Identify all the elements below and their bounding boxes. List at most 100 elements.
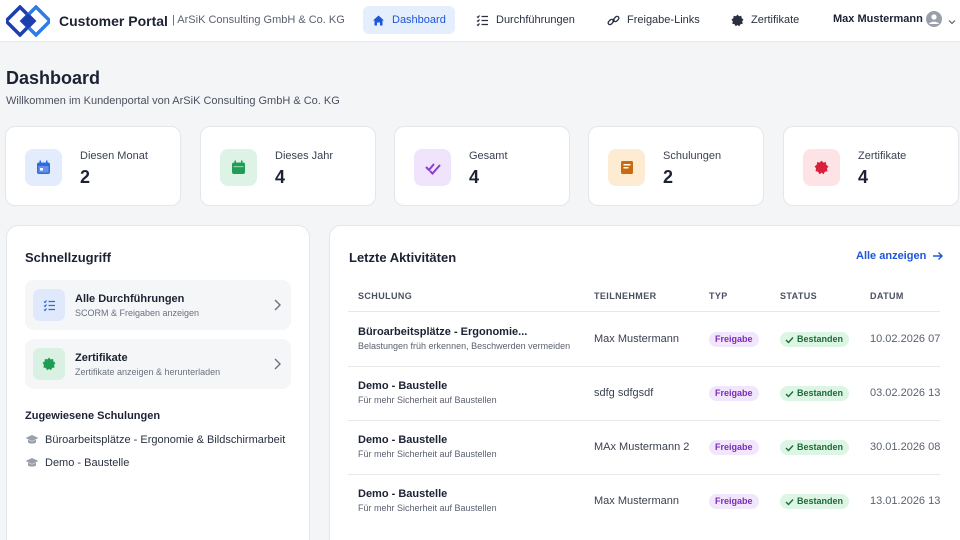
book-icon [608, 149, 645, 186]
badge-icon [803, 149, 840, 186]
type-badge: Freigabe [709, 332, 759, 347]
stat-label: Gesamt [469, 150, 508, 162]
show-all-label: Alle anzeigen [856, 250, 927, 262]
recent-activities-panel: Letzte Aktivitäten Alle anzeigen SCHULUN… [329, 225, 960, 540]
nav-freigabe-links[interactable]: Freigabe-Links [598, 6, 709, 34]
chevron-down-icon[interactable] [947, 14, 957, 25]
quick-link-durchfuehrungen[interactable]: Alle Durchführungen SCORM & Freigaben an… [25, 280, 291, 330]
table-row[interactable]: Demo - Baustelle Für mehr Sicherheit auf… [330, 474, 960, 528]
checklist-icon [33, 289, 65, 321]
home-icon [372, 14, 385, 27]
date: 30.01.2026 08: [870, 441, 940, 453]
column-header-datum: DATUM [870, 291, 904, 301]
status-badge: Bestanden [780, 440, 850, 455]
brand-title[interactable]: Customer Portal [59, 13, 168, 29]
type-badge: Freigabe [709, 494, 759, 509]
stat-value: 4 [275, 167, 286, 187]
show-all-link[interactable]: Alle anzeigen [856, 250, 944, 262]
recent-activities-title: Letzte Aktivitäten [349, 250, 457, 265]
graduation-cap-icon [25, 457, 39, 469]
logo-icon[interactable] [3, 4, 53, 38]
stat-label: Zertifikate [858, 150, 907, 162]
user-name[interactable]: Max Mustermann [833, 13, 923, 25]
nav-dashboard[interactable]: Dashboard [363, 6, 455, 34]
chevron-right-icon [271, 298, 283, 312]
check-icon [785, 444, 794, 452]
column-header-teilnehmer: TEILNEHMER [594, 291, 657, 301]
calendar-icon [25, 149, 62, 186]
column-header-status: STATUS [780, 291, 818, 301]
check-icon [785, 498, 794, 506]
quick-link-title: Zertifikate [75, 352, 128, 364]
date: 13.01.2026 13: [870, 495, 940, 507]
status-label: Bestanden [797, 442, 844, 452]
quick-link-title: Alle Durchführungen [75, 293, 185, 305]
type-badge: Freigabe [709, 386, 759, 401]
participant: Max Mustermann [594, 333, 679, 345]
stat-label: Schulungen [663, 150, 722, 162]
status-label: Bestanden [797, 334, 844, 344]
training-subtitle: Für mehr Sicherheit auf Baustellen [358, 503, 497, 513]
training-title: Demo - Baustelle [358, 488, 448, 500]
assigned-trainings-title: Zugewiesene Schulungen [25, 410, 161, 422]
participant: sdfg sdfgsdf [594, 387, 654, 399]
quick-access-panel: Schnellzugriff Alle Durchführungen SCORM… [6, 225, 310, 540]
graduation-cap-icon [25, 434, 39, 446]
quick-link-subtitle: SCORM & Freigaben anzeigen [75, 308, 200, 318]
training-subtitle: Für mehr Sicherheit auf Baustellen [358, 395, 497, 405]
nav-zertifikate[interactable]: Zertifikate [722, 6, 808, 34]
status-badge: Bestanden [780, 386, 850, 401]
training-title: Demo - Baustelle [358, 434, 448, 446]
stat-value: 2 [80, 167, 91, 187]
stat-label: Diesen Monat [80, 150, 148, 162]
page-subtitle: Willkommen im Kundenportal von ArSiK Con… [6, 95, 340, 107]
stat-value: 4 [858, 167, 869, 187]
stat-value: 4 [469, 167, 480, 187]
calendar-icon [220, 149, 257, 186]
company-name: | ArSiK Consulting GmbH & Co. KG [172, 14, 345, 26]
status-label: Bestanden [797, 388, 844, 398]
avatar-icon[interactable] [926, 11, 942, 27]
chevron-right-icon [271, 357, 283, 371]
stat-card-year: Dieses Jahr 4 [200, 126, 376, 206]
training-title: Demo - Baustelle [358, 380, 448, 392]
nav-durchfuehrungen[interactable]: Durchführungen [467, 6, 584, 34]
table-row[interactable]: Demo - Baustelle Für mehr Sicherheit auf… [330, 420, 960, 474]
date: 03.02.2026 13: [870, 387, 940, 399]
badge-icon [33, 348, 65, 380]
badge-icon [731, 14, 744, 27]
table-row[interactable]: Demo - Baustelle Für mehr Sicherheit auf… [330, 366, 960, 420]
participant: Max Mustermann [594, 495, 679, 507]
stat-card-certificates: Zertifikate 4 [783, 126, 959, 206]
nav-label: Zertifikate [751, 14, 800, 26]
training-subtitle: Belastungen früh erkennen, Beschwerden v… [358, 341, 571, 351]
assigned-training-item[interactable]: Büroarbeitsplätze - Ergonomie & Bildschi… [25, 434, 285, 446]
table-row[interactable]: Büroarbeitsplätze - Ergonomie... Belastu… [330, 312, 960, 366]
date: 10.02.2026 07: [870, 333, 940, 345]
stat-value: 2 [663, 167, 674, 187]
training-title: Büroarbeitsplätze - Ergonomie... [358, 326, 528, 338]
quick-link-zertifikate[interactable]: Zertifikate Zertifikate anzeigen & herun… [25, 339, 291, 389]
page-title: Dashboard [6, 68, 101, 88]
assigned-training-item[interactable]: Demo - Baustelle [25, 457, 129, 469]
nav-label: Durchführungen [496, 14, 575, 26]
nav-label: Freigabe-Links [627, 14, 700, 26]
nav-label: Dashboard [392, 14, 446, 26]
stat-card-total: Gesamt 4 [394, 126, 570, 206]
type-badge: Freigabe [709, 440, 759, 455]
check-icon [785, 390, 794, 398]
stat-card-month: Diesen Monat 2 [5, 126, 181, 206]
assigned-training-label: Büroarbeitsplätze - Ergonomie & Bildschi… [45, 434, 286, 446]
check-icon [785, 336, 794, 344]
training-subtitle: Für mehr Sicherheit auf Baustellen [358, 449, 497, 459]
column-header-typ: TYP [709, 291, 728, 301]
double-check-icon [414, 149, 451, 186]
arrow-right-icon [932, 251, 944, 261]
assigned-training-label: Demo - Baustelle [45, 457, 130, 469]
checklist-icon [476, 14, 489, 27]
top-navigation-bar: Customer Portal | ArSiK Consulting GmbH … [0, 0, 960, 42]
quick-access-title: Schnellzugriff [25, 250, 111, 265]
quick-link-subtitle: Zertifikate anzeigen & herunterladen [75, 367, 221, 377]
stat-label: Dieses Jahr [275, 150, 334, 162]
link-icon [607, 14, 620, 27]
